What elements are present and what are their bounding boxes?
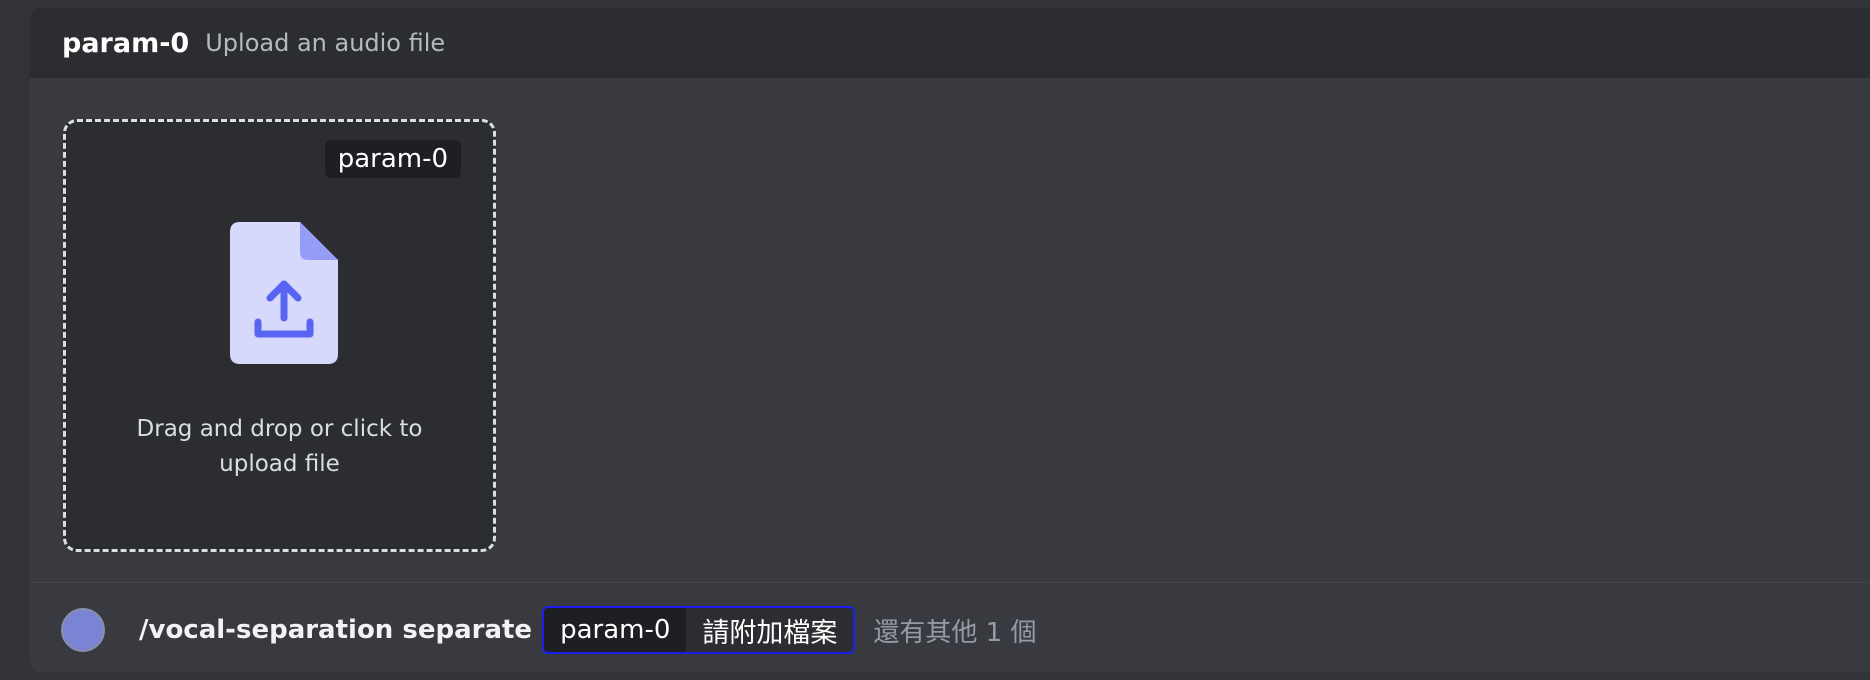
param-chip-name: param-0: [544, 608, 687, 652]
more-options-text[interactable]: 還有其他 1 個: [873, 612, 1036, 649]
option-description: Upload an audio file: [205, 29, 446, 57]
divider: [30, 582, 1870, 583]
dropzone-line-2: upload file: [219, 451, 340, 477]
command-option-panel: param-0 Upload an audio file param-0 Dra…: [30, 8, 1870, 672]
dropzone-line-1: Drag and drop or click to: [136, 416, 423, 442]
option-header: param-0 Upload an audio file: [30, 8, 1870, 78]
file-dropzone[interactable]: param-0 Drag and drop or click to upload…: [63, 119, 496, 552]
dropzone-param-tag: param-0: [324, 140, 461, 178]
param-chip[interactable]: param-0 請附加檔案: [542, 606, 856, 654]
file-upload-icon: [230, 222, 338, 364]
option-name: param-0: [62, 27, 190, 59]
dropzone-instructions: Drag and drop or click to upload file: [86, 412, 473, 482]
command-input-row[interactable]: /vocal-separation separate param-0 請附加檔案…: [61, 604, 1870, 656]
param-chip-value: 請附加檔案: [686, 608, 854, 652]
slash-command-text: /vocal-separation separate: [139, 615, 533, 645]
bot-avatar: [61, 608, 105, 652]
